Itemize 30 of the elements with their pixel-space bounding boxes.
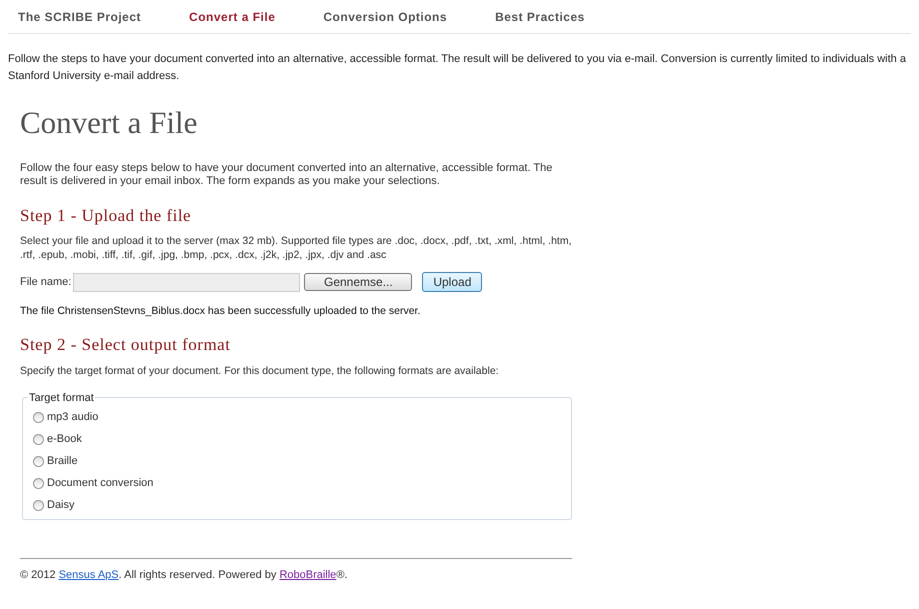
upload-button[interactable]: Upload (422, 272, 482, 292)
group-legend: Target format (28, 390, 95, 406)
step-heading: Step 1 - Upload the file (20, 205, 192, 227)
upload-status: The file ChristensenStevns_Biblus.docx has been successfully uploaded to the server. (20, 304, 422, 319)
lead-text: Follow the four easy steps below to have your document converted into an alternative, accessible format. The result is delivered in your email inbox. The form expands as you make your selections. (20, 162, 554, 188)
nav-link[interactable]: Conversion Options (323, 8, 448, 26)
footer-link[interactable]: RoboBraille (279, 569, 336, 581)
radio-option[interactable]: Braille (33, 450, 561, 472)
nav-link[interactable]: The SCRIBE Project (18, 8, 142, 26)
radio-option[interactable]: e-Book (33, 428, 561, 450)
step-description: Specify the target format of your document. For this document type, the following formats are available: (20, 364, 500, 379)
radio-button[interactable] (33, 434, 44, 444)
radio-button[interactable] (33, 456, 44, 466)
step-heading: Step 2 - Select output format (20, 334, 232, 356)
footer-link[interactable]: Sensus ApS (58, 569, 119, 581)
file-name-field[interactable] (73, 272, 300, 292)
footer-text: © 2012 Sensus ApS. All rights reserved. Powered by RoboBraille®. (20, 568, 348, 583)
field-label: File name: (20, 274, 72, 290)
radio-button[interactable] (33, 500, 44, 510)
browse-button[interactable]: Gennemse... (304, 273, 412, 291)
radio-option[interactable]: mp3 audio (33, 406, 561, 428)
page-title: Convert a File (20, 104, 198, 142)
radio-option[interactable]: Document conversion (33, 472, 561, 494)
radio-option[interactable]: Daisy (33, 494, 561, 516)
step-description: Select your file and upload it to the server (max 32 mb). Supported file types are .doc, .docx, .pdf, .txt, .xml, .html, .htm, .rtf, .epub, .mobi, .tiff, .tif, .gif, .jpg, .bmp, .pcx, .dcx, .j2k, .jp2, .jpx, .djv and .asc (20, 234, 572, 262)
nav-link[interactable]: Best Practices (495, 8, 585, 26)
nav-link[interactable]: Convert a File (189, 8, 276, 26)
intro-text: Follow the steps to have your document converted into an alternative, accessible format. The result will be delivered to you via e-mail. Conversion is currently limited to individuals with a Stanford University e-mail address. (7, 52, 907, 84)
radio-button[interactable] (33, 412, 44, 422)
radio-button[interactable] (33, 478, 44, 488)
